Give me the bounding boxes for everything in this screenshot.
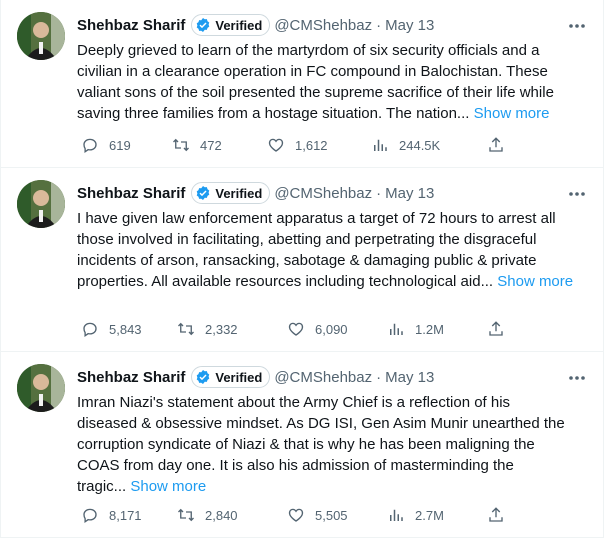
retweet-button[interactable]: 2,332 <box>177 320 238 338</box>
verified-label: Verified <box>215 17 263 33</box>
view-count: 2.7M <box>415 507 444 523</box>
reply-icon <box>83 138 97 154</box>
verified-label: Verified <box>215 369 263 385</box>
reply-count: 619 <box>109 137 131 153</box>
tweet-text-line: valiant sons of the soil presented the s… <box>77 84 554 101</box>
verified-icon <box>197 370 210 384</box>
views-icon <box>390 323 403 335</box>
separator-dot: · <box>376 16 382 34</box>
retweet-icon <box>173 138 189 152</box>
author-name[interactable]: Shehbaz Sharif <box>77 17 185 34</box>
separator-dot: · <box>376 368 382 386</box>
tweet-header: Shehbaz Sharif Verified @CMShehbaz · May… <box>77 366 434 388</box>
views-button[interactable]: 244.5K <box>371 136 440 154</box>
reply-button[interactable]: 5,843 <box>81 320 142 338</box>
author-name[interactable]: Shehbaz Sharif <box>77 369 185 386</box>
tweet-text: Imran Niazi's statement about the Army C… <box>77 392 577 497</box>
tweet-text-line: I have given law enforcement apparatus a… <box>77 210 556 227</box>
views-icon <box>390 509 403 521</box>
share-icon <box>489 507 503 522</box>
like-count: 5,505 <box>315 507 348 523</box>
tweet-date[interactable]: May 13 <box>385 17 434 34</box>
view-count: 1.2M <box>415 321 444 337</box>
views-icon <box>374 139 387 151</box>
like-button[interactable]: 6,090 <box>287 320 348 338</box>
author-handle[interactable]: @CMShehbaz <box>274 185 372 202</box>
tweet-date[interactable]: May 13 <box>385 185 434 202</box>
tweet-text-line: saving three families from a hostage sit… <box>77 105 470 122</box>
tweet-text-line: Imran Niazi's statement about the Army C… <box>77 394 511 411</box>
more-options-icon[interactable] <box>567 184 587 204</box>
share-icon <box>489 137 503 152</box>
verified-badge[interactable]: Verified <box>191 14 271 36</box>
show-more-link[interactable]: Show more <box>130 478 206 495</box>
like-count: 1,612 <box>295 137 328 153</box>
retweet-count: 2,332 <box>205 321 238 337</box>
views-button[interactable]: 1.2M <box>387 320 444 338</box>
heart-icon <box>268 138 284 152</box>
retweet-count: 472 <box>200 137 222 153</box>
show-more-link[interactable]: Show more <box>497 273 573 290</box>
reply-icon <box>83 322 97 338</box>
share-button[interactable] <box>487 320 515 338</box>
heart-icon <box>288 508 304 522</box>
retweet-icon <box>178 508 194 522</box>
tweet-header: Shehbaz Sharif Verified @CMShehbaz · May… <box>77 14 434 36</box>
tweet-feed: Shehbaz Sharif Verified @CMShehbaz · May… <box>0 0 604 538</box>
retweet-count: 2,840 <box>205 507 238 523</box>
tweet-date[interactable]: May 13 <box>385 369 434 386</box>
tweet-actions: 5,843 2,332 6,090 1.2M <box>77 320 517 340</box>
tweet[interactable]: Shehbaz Sharif Verified @CMShehbaz · May… <box>1 0 604 168</box>
like-count: 6,090 <box>315 321 348 337</box>
more-options-icon[interactable] <box>567 368 587 388</box>
share-icon <box>489 321 503 336</box>
tweet-text-line: Deeply grieved to learn of the martyrdom… <box>77 42 540 59</box>
retweet-button[interactable]: 2,840 <box>177 506 238 524</box>
tweet-text-line: tragic... <box>77 478 127 495</box>
verified-icon <box>197 18 210 32</box>
tweet-actions: 619 472 1,612 244.5K <box>77 136 517 156</box>
heart-icon <box>288 322 304 336</box>
tweet-text-line: properties. All available resources incl… <box>77 273 494 290</box>
tweet-text: I have given law enforcement apparatus a… <box>77 208 577 292</box>
avatar[interactable] <box>17 364 65 412</box>
tweet-text-line: diseased & obsessive mindset. As DG ISI,… <box>77 415 565 432</box>
reply-count: 5,843 <box>109 321 142 337</box>
verified-icon <box>197 186 210 200</box>
like-button[interactable]: 5,505 <box>287 506 348 524</box>
like-button[interactable]: 1,612 <box>267 136 328 154</box>
view-count: 244.5K <box>399 137 441 153</box>
tweet-text-line: civilian in a clearance operation in FC … <box>77 63 548 80</box>
tweet-text-line: incidents of arson, ransacking, sabotage… <box>77 252 537 269</box>
share-button[interactable] <box>487 506 515 524</box>
show-more-link[interactable]: Show more <box>474 105 550 122</box>
author-handle[interactable]: @CMShehbaz <box>274 369 372 386</box>
verified-badge[interactable]: Verified <box>191 182 271 204</box>
avatar[interactable] <box>17 180 65 228</box>
tweet-text-line: COAS from day one. It is also his admiss… <box>77 457 514 474</box>
author-name[interactable]: Shehbaz Sharif <box>77 185 185 202</box>
views-button[interactable]: 2.7M <box>387 506 444 524</box>
tweet-header: Shehbaz Sharif Verified @CMShehbaz · May… <box>77 182 434 204</box>
tweet-text-line: those involved in facilitating, abetting… <box>77 231 537 248</box>
reply-button[interactable]: 619 <box>81 136 131 154</box>
retweet-button[interactable]: 472 <box>172 136 222 154</box>
separator-dot: · <box>376 184 382 202</box>
tweet[interactable]: Shehbaz Sharif Verified @CMShehbaz · May… <box>1 168 604 352</box>
verified-label: Verified <box>215 185 263 201</box>
tweet-text: Deeply grieved to learn of the martyrdom… <box>77 40 577 124</box>
more-options-icon[interactable] <box>567 16 587 36</box>
tweet-actions: 8,171 2,840 5,505 2.7M <box>77 506 517 526</box>
verified-badge[interactable]: Verified <box>191 366 271 388</box>
author-handle[interactable]: @CMShehbaz <box>274 17 372 34</box>
avatar[interactable] <box>17 12 65 60</box>
reply-button[interactable]: 8,171 <box>81 506 142 524</box>
tweet[interactable]: Shehbaz Sharif Verified @CMShehbaz · May… <box>1 352 604 538</box>
share-button[interactable] <box>487 136 515 154</box>
reply-count: 8,171 <box>109 507 142 523</box>
reply-icon <box>83 508 97 524</box>
retweet-icon <box>178 322 194 336</box>
tweet-text-line: corruption syndicate of Niazi & that is … <box>77 436 535 453</box>
